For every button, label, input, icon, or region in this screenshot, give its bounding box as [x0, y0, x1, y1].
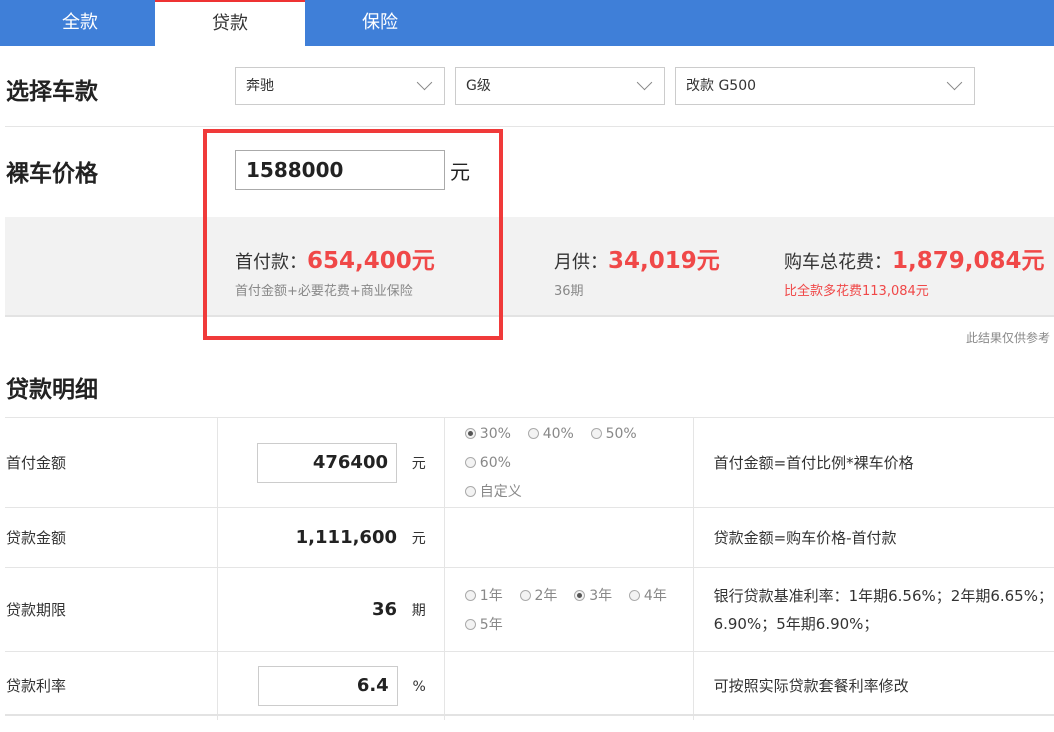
- row-label: 贷款期限: [5, 567, 218, 652]
- term-option-1y[interactable]: 1年: [464, 582, 503, 610]
- loan-amount-cell: 1,111,600 元: [217, 507, 445, 568]
- down-payment-summary: 首付款：654,400元: [235, 241, 435, 275]
- ratio-option-30[interactable]: 30%: [464, 420, 511, 448]
- unit-label: 期: [411, 603, 426, 619]
- option-label: 50%: [605, 426, 637, 442]
- tab-full-payment[interactable]: 全款: [5, 0, 155, 46]
- down-payment-note: 首付金额+必要花费+商业保险: [235, 284, 413, 299]
- option-label: 40%: [542, 426, 574, 442]
- radio-icon: [628, 589, 640, 601]
- select-car-title: 选择车款: [6, 79, 98, 105]
- radio-icon: [519, 589, 531, 601]
- table-row: 贷款期限 36 期 1年 2年 3年 4年 5年 银行贷款基准利率：1年期6.5…: [5, 567, 1054, 652]
- loan-amount-formula: 贷款金额=购车价格-首付款: [692, 507, 1054, 568]
- brand-select[interactable]: 奔驰: [235, 67, 445, 105]
- radio-icon: [464, 457, 476, 468]
- total-cost-summary: 购车总花费：1,879,084元: [784, 241, 1045, 275]
- table-row: 贷款利率 % 可按照实际贷款套餐利率修改: [5, 651, 1054, 720]
- down-payment-label: 首付款：: [235, 252, 307, 273]
- brand-select-value: 奔驰: [246, 78, 274, 94]
- loan-details-table: 首付金额 元 30% 40% 50% 60% 自定义 首付金额=首付比例*裸车价…: [5, 417, 1054, 720]
- bare-price-title-text: 裸车价格: [6, 161, 98, 187]
- ratio-option-40[interactable]: 40%: [527, 420, 574, 448]
- model-select[interactable]: 改款 G500: [675, 67, 975, 105]
- total-cost-value: 1,879,084元: [892, 248, 1045, 274]
- ratio-option-50[interactable]: 50%: [590, 420, 637, 448]
- tab-loan[interactable]: 贷款: [155, 0, 305, 46]
- term-option-4y[interactable]: 4年: [628, 582, 667, 610]
- monthly-payment-value: 34,019元: [608, 248, 720, 274]
- ratio-option-60[interactable]: 60%: [464, 449, 511, 477]
- option-label: 自定义: [479, 484, 522, 500]
- bare-price-title: 裸车价格: [6, 154, 98, 188]
- base-rate-line-1: 银行贷款基准利率：1年期6.56%；2年期6.65%；: [713, 586, 1053, 605]
- interest-rate-note: 可按照实际贷款套餐利率修改: [692, 651, 1054, 720]
- option-label: 5年: [479, 616, 503, 633]
- table-row: 首付金额 元 30% 40% 50% 60% 自定义 首付金额=首付比例*裸车价…: [5, 417, 1054, 508]
- total-cost-extra: 比全款多花费113,084元: [784, 284, 929, 299]
- radio-icon: [590, 428, 602, 439]
- series-select[interactable]: G级: [455, 67, 665, 105]
- divider: [5, 126, 1054, 127]
- radio-icon: [464, 589, 476, 601]
- term-option-3y[interactable]: 3年: [574, 582, 612, 610]
- radio-checked-icon: [574, 589, 586, 601]
- down-payment-value: 654,400元: [307, 248, 435, 274]
- monthly-payment-term: 36期: [554, 284, 584, 299]
- chevron-down-icon: [636, 74, 653, 91]
- monthly-payment-label: 月供：: [554, 252, 608, 273]
- base-rate-line-2: 6.90%；5年期6.90%；: [713, 614, 879, 633]
- option-label: 2年: [534, 587, 558, 604]
- divider: [5, 714, 1054, 716]
- down-payment-ratio-options: 30% 40% 50% 60% 自定义: [443, 417, 694, 508]
- option-label: 4年: [643, 587, 667, 604]
- down-payment-formula: 首付金额=首付比例*裸车价格: [692, 417, 1054, 508]
- bare-price-input[interactable]: [235, 150, 445, 190]
- row-label: 首付金额: [5, 417, 218, 508]
- interest-rate-cell: %: [217, 651, 445, 720]
- radio-checked-icon: [464, 428, 476, 439]
- model-select-value: 改款 G500: [686, 78, 757, 94]
- radio-icon: [464, 486, 476, 497]
- down-payment-amount-input[interactable]: [257, 442, 398, 483]
- tab-bar: 全款 贷款 保险: [0, 0, 1054, 46]
- option-label: 30%: [479, 426, 511, 442]
- loan-amount-value: 1,111,600: [295, 527, 398, 548]
- loan-term-options: 1年 2年 3年 4年 5年: [443, 567, 694, 652]
- unit-label: 元: [411, 456, 426, 472]
- unit-label: 元: [411, 531, 426, 547]
- percent-unit-label: %: [412, 679, 426, 696]
- loan-summary: 首付款：654,400元 首付金额+必要花费+商业保险 月供：34,019元 3…: [5, 217, 1054, 317]
- row-label: 贷款金额: [5, 507, 218, 568]
- total-cost-label: 购车总花费：: [784, 252, 892, 273]
- monthly-payment-summary: 月供：34,019元: [554, 241, 720, 275]
- loan-term-value: 36: [371, 599, 398, 620]
- option-label: 3年: [589, 587, 613, 604]
- down-payment-amount-cell: 元: [217, 417, 445, 508]
- bare-price-unit: 元: [450, 160, 470, 184]
- row-label: 贷款利率: [5, 651, 218, 720]
- disclaimer-note: 此结果仅供参考: [965, 331, 1050, 345]
- empty-cell: [443, 651, 694, 720]
- empty-cell: [443, 507, 694, 568]
- radio-icon: [464, 618, 476, 630]
- ratio-option-custom[interactable]: 自定义: [464, 478, 522, 506]
- tab-insurance[interactable]: 保险: [305, 0, 455, 46]
- radio-icon: [527, 428, 539, 439]
- term-option-5y[interactable]: 5年: [464, 611, 503, 639]
- term-option-2y[interactable]: 2年: [519, 582, 558, 610]
- chevron-down-icon: [416, 74, 433, 91]
- option-label: 1年: [479, 587, 503, 604]
- loan-term-cell: 36 期: [217, 567, 445, 652]
- base-rate-info: 银行贷款基准利率：1年期6.56%；2年期6.65%； 6.90%；5年期6.9…: [692, 567, 1054, 652]
- option-label: 60%: [479, 455, 511, 471]
- series-select-value: G级: [466, 78, 491, 94]
- interest-rate-input[interactable]: [257, 665, 398, 706]
- loan-details-title: 贷款明细: [6, 377, 98, 403]
- chevron-down-icon: [946, 74, 963, 91]
- table-row: 贷款金额 1,111,600 元 贷款金额=购车价格-首付款: [5, 507, 1054, 568]
